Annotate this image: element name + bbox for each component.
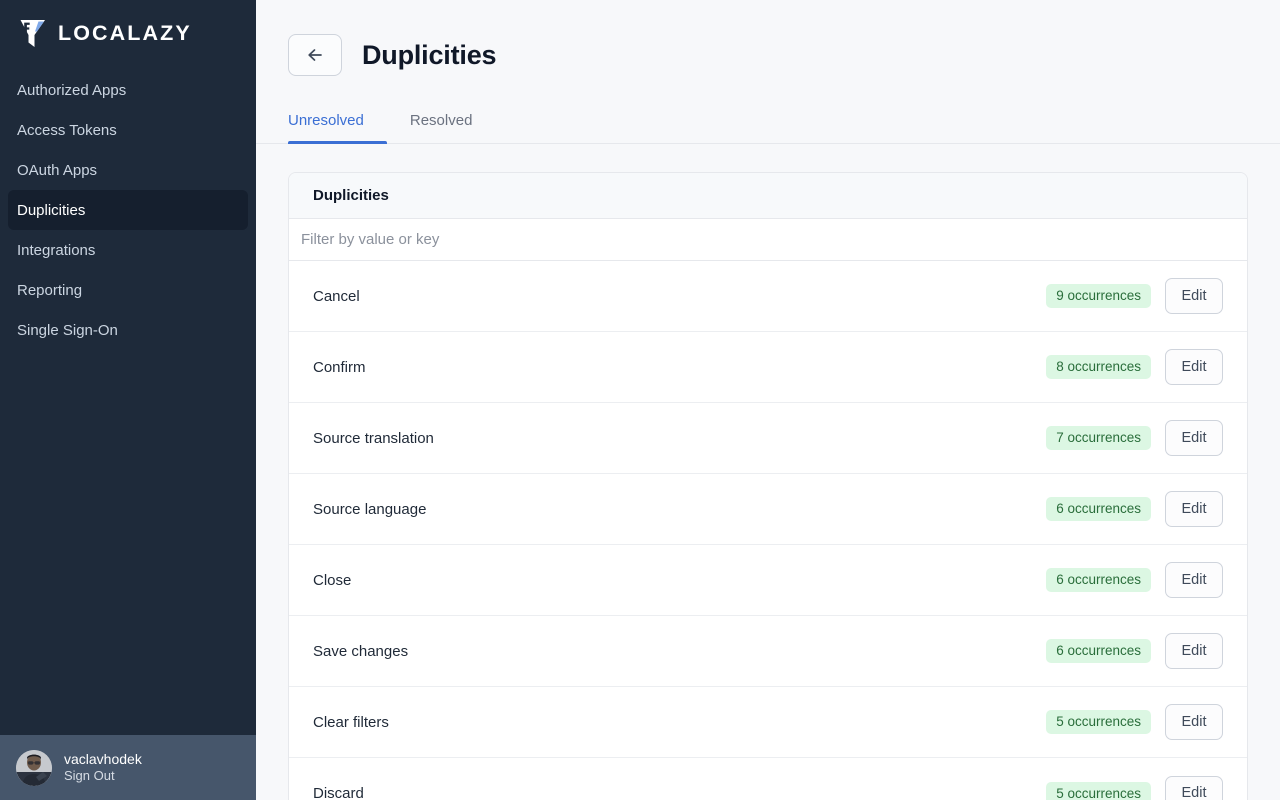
table-row[interactable]: Discard 5 occurrences Edit	[289, 758, 1247, 800]
brand-logo-area[interactable]: LOCALAZY	[0, 0, 256, 68]
occurrences-badge: 5 occurrences	[1046, 782, 1151, 800]
occurrences-badge: 7 occurrences	[1046, 426, 1151, 450]
user-photo-avatar-icon	[16, 750, 52, 786]
edit-button[interactable]: Edit	[1165, 776, 1223, 800]
sidebar-item-duplicities[interactable]: Duplicities	[8, 190, 248, 230]
sidebar-item-access-tokens[interactable]: Access Tokens	[8, 110, 248, 150]
sidebar-item-label: Duplicities	[17, 203, 85, 218]
localazy-funnel-logo-icon	[18, 18, 48, 50]
sidebar-item-integrations[interactable]: Integrations	[8, 230, 248, 270]
sidebar: LOCALAZY Authorized Apps Access Tokens O…	[0, 0, 256, 800]
edit-button[interactable]: Edit	[1165, 349, 1223, 385]
occurrences-badge: 6 occurrences	[1046, 568, 1151, 592]
edit-button[interactable]: Edit	[1165, 562, 1223, 598]
app-root: LOCALAZY Authorized Apps Access Tokens O…	[0, 0, 1280, 800]
duplicity-label: Close	[313, 573, 1046, 588]
sidebar-item-label: Single Sign-On	[17, 323, 118, 338]
tab-label: Unresolved	[288, 112, 364, 129]
sidebar-item-label: Integrations	[17, 243, 95, 258]
duplicity-label: Clear filters	[313, 715, 1046, 730]
main-content: Duplicities Unresolved Resolved Duplicit…	[256, 0, 1280, 800]
sidebar-item-label: Authorized Apps	[17, 83, 126, 98]
table-row[interactable]: Confirm 8 occurrences Edit	[289, 332, 1247, 403]
page-title: Duplicities	[362, 42, 496, 69]
occurrences-badge: 8 occurrences	[1046, 355, 1151, 379]
duplicity-label: Source translation	[313, 431, 1046, 446]
card-header: Duplicities	[289, 173, 1247, 219]
duplicity-label: Discard	[313, 786, 1046, 800]
edit-button[interactable]: Edit	[1165, 633, 1223, 669]
occurrences-badge: 9 occurrences	[1046, 284, 1151, 308]
sign-out-link[interactable]: Sign Out	[64, 769, 142, 784]
user-account-footer[interactable]: vaclavhodek Sign Out	[0, 735, 256, 800]
sidebar-nav: Authorized Apps Access Tokens OAuth Apps…	[0, 70, 256, 735]
sidebar-item-label: OAuth Apps	[17, 163, 97, 178]
duplicity-label: Confirm	[313, 360, 1046, 375]
filter-row	[289, 219, 1247, 261]
tab-bar: Unresolved Resolved	[256, 86, 1280, 144]
duplicity-label: Save changes	[313, 644, 1046, 659]
sidebar-item-label: Access Tokens	[17, 123, 117, 138]
sidebar-item-oauth-apps[interactable]: OAuth Apps	[8, 150, 248, 190]
sidebar-item-label: Reporting	[17, 283, 82, 298]
table-row[interactable]: Save changes 6 occurrences Edit	[289, 616, 1247, 687]
edit-button[interactable]: Edit	[1165, 491, 1223, 527]
duplicity-label: Source language	[313, 502, 1046, 517]
page-header: Duplicities	[256, 0, 1280, 88]
table-row[interactable]: Cancel 9 occurrences Edit	[289, 261, 1247, 332]
duplicities-card: Duplicities Cancel 9 occurrences Edit Co…	[288, 172, 1248, 800]
occurrences-badge: 6 occurrences	[1046, 639, 1151, 663]
table-row[interactable]: Source translation 7 occurrences Edit	[289, 403, 1247, 474]
back-button[interactable]	[288, 34, 342, 76]
tab-label: Resolved	[410, 112, 473, 129]
filter-input[interactable]	[301, 231, 1235, 248]
user-meta: vaclavhodek Sign Out	[64, 751, 142, 784]
arrow-left-icon	[305, 45, 325, 65]
occurrences-badge: 5 occurrences	[1046, 710, 1151, 734]
tab-resolved[interactable]: Resolved	[387, 113, 496, 143]
edit-button[interactable]: Edit	[1165, 704, 1223, 740]
sidebar-item-authorized-apps[interactable]: Authorized Apps	[8, 70, 248, 110]
duplicity-label: Cancel	[313, 289, 1046, 304]
user-name: vaclavhodek	[64, 751, 142, 767]
table-row[interactable]: Close 6 occurrences Edit	[289, 545, 1247, 616]
tab-unresolved[interactable]: Unresolved	[288, 113, 387, 143]
table-row[interactable]: Source language 6 occurrences Edit	[289, 474, 1247, 545]
sidebar-item-single-sign-on[interactable]: Single Sign-On	[8, 310, 248, 350]
table-row[interactable]: Clear filters 5 occurrences Edit	[289, 687, 1247, 758]
card-container: Duplicities Cancel 9 occurrences Edit Co…	[256, 144, 1280, 800]
card-title: Duplicities	[313, 188, 389, 203]
sidebar-item-reporting[interactable]: Reporting	[8, 270, 248, 310]
occurrences-badge: 6 occurrences	[1046, 497, 1151, 521]
edit-button[interactable]: Edit	[1165, 420, 1223, 456]
brand-name: LOCALAZY	[58, 23, 192, 45]
edit-button[interactable]: Edit	[1165, 278, 1223, 314]
